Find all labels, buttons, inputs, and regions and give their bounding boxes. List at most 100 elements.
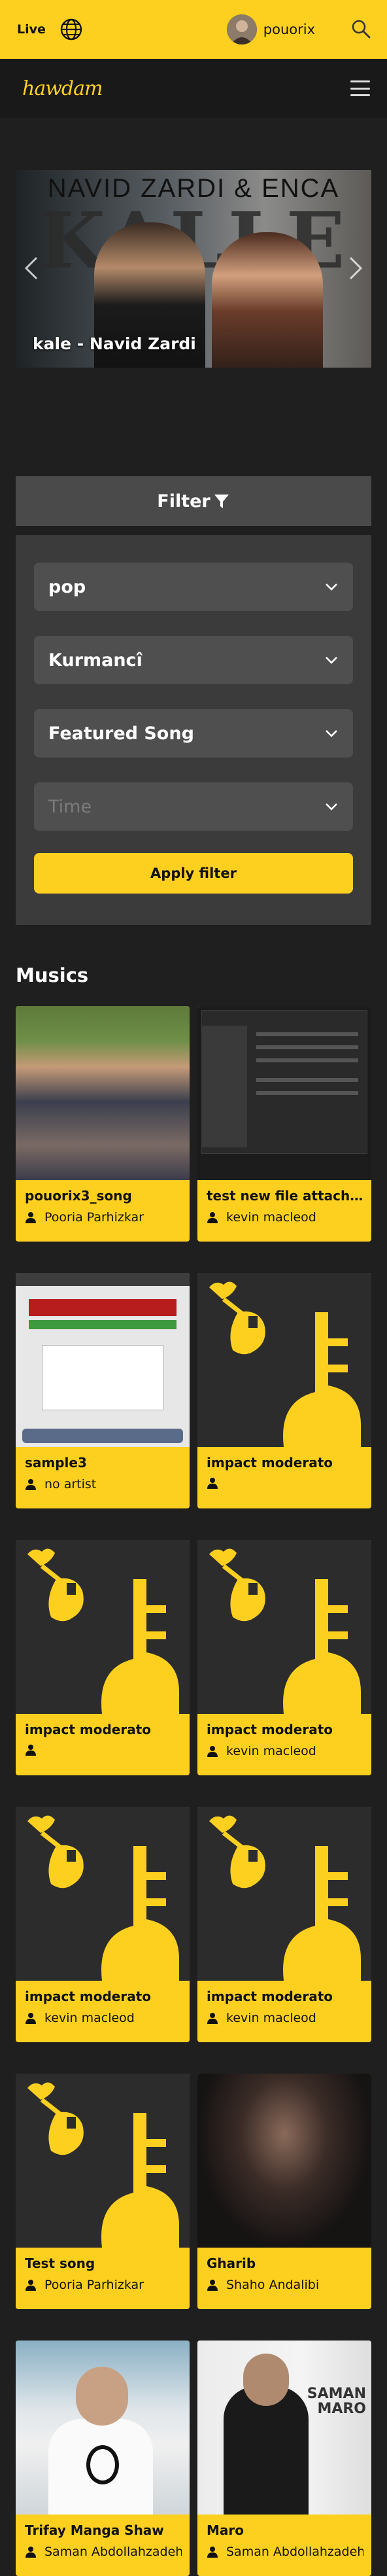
music-artist-name: kevin macleod xyxy=(226,1744,316,1758)
music-card[interactable]: SAMAN MARO Maro Saman Abdollahzadeh xyxy=(197,2341,371,2576)
music-card[interactable]: Test song Pooria Parhizkar xyxy=(16,2074,190,2309)
music-card[interactable]: sample3 no artist xyxy=(16,1273,190,1508)
language-select-value: Kurmancî xyxy=(48,650,143,670)
music-card[interactable]: test new file attach... kevin macleod xyxy=(197,1006,371,1242)
genre-select[interactable]: pop xyxy=(34,563,353,611)
cover-image xyxy=(16,1273,190,1447)
music-grid: pouorix3_song Pooria Parhizkar test new fi… xyxy=(16,1006,371,2576)
person-icon xyxy=(207,2013,218,2024)
filter-panel: pop Kurmancî Featured Song Time Apply fi… xyxy=(16,535,371,925)
music-artist-name: Saman Abdollahzadeh xyxy=(226,2545,363,2559)
music-artist: kevin macleod xyxy=(207,2011,363,2025)
music-card[interactable]: impact moderato kevin macleod xyxy=(197,1807,371,2042)
cover-image xyxy=(16,1540,190,1714)
music-artist xyxy=(207,1477,363,1489)
music-title: Trifay Manga Shaw xyxy=(25,2522,164,2538)
category-select[interactable]: Featured Song xyxy=(34,709,353,757)
music-title: test new file attach... xyxy=(207,1188,363,1204)
time-select[interactable]: Time xyxy=(34,782,353,831)
music-card[interactable]: impact moderato xyxy=(197,1273,371,1508)
music-title: Maro xyxy=(207,2522,244,2538)
slide-caption-song: kale xyxy=(33,334,72,353)
main-navbar: hawdam xyxy=(0,59,387,118)
chevron-down-icon xyxy=(326,657,337,664)
cover-image xyxy=(197,2074,371,2248)
logo[interactable]: hawdam xyxy=(22,77,103,100)
cover-image xyxy=(16,1006,190,1180)
slide-caption-artist: Navid Zardi xyxy=(89,334,196,353)
person-icon xyxy=(207,2547,218,2558)
chevron-down-icon xyxy=(326,803,337,810)
user-menu[interactable]: pouorix xyxy=(226,14,315,44)
hawdam-placeholder-icon xyxy=(27,1548,179,1714)
person-icon xyxy=(207,1746,218,1757)
music-artist-name: Pooria Parhizkar xyxy=(44,1210,144,1225)
featured-slider[interactable]: KALLE NAVID ZARDI & ENCA kale - Navid Za… xyxy=(16,170,371,368)
chevron-down-icon xyxy=(326,730,337,737)
music-artist: kevin macleod xyxy=(207,1210,363,1225)
music-card[interactable]: impact moderato kevin macleod xyxy=(16,1807,190,2042)
music-artist-name: Saman Abdollahzadeh xyxy=(44,2545,182,2559)
person-icon xyxy=(25,1745,36,1756)
music-artist: Saman Abdollahzadeh xyxy=(25,2545,182,2559)
music-card[interactable]: Gharib Shaho Andalibi xyxy=(197,2074,371,2309)
cover-image xyxy=(197,1540,371,1714)
filter-toggle[interactable]: Filter xyxy=(16,476,371,526)
language-select[interactable]: Kurmancî xyxy=(34,636,353,684)
filter-title: Filter xyxy=(157,491,210,512)
person-icon xyxy=(25,2547,36,2558)
music-title: impact moderato xyxy=(25,1989,152,2004)
chevron-down-icon xyxy=(326,583,337,591)
music-title: sample3 xyxy=(25,1455,87,1471)
music-artist-name: no artist xyxy=(44,1477,97,1491)
cover-image xyxy=(16,2341,190,2515)
music-title: impact moderato xyxy=(207,1989,333,2004)
music-artist: Pooria Parhizkar xyxy=(25,2278,182,2292)
filter-icon xyxy=(214,495,229,508)
music-title: Test song xyxy=(25,2255,95,2271)
globe-icon[interactable] xyxy=(60,18,82,41)
slide-caption[interactable]: kale - Navid Zardi xyxy=(33,334,196,353)
music-artist: Shaho Andalibi xyxy=(207,2278,363,2292)
music-card[interactable]: impact moderato xyxy=(16,1540,190,1775)
music-artist: kevin macleod xyxy=(207,1744,363,1758)
hawdam-placeholder-icon xyxy=(209,1815,361,1981)
music-artist-name: Shaho Andalibi xyxy=(226,2278,320,2292)
music-artist-name: kevin macleod xyxy=(44,2011,135,2025)
cover-image xyxy=(197,1273,371,1447)
top-bar: Live pouorix xyxy=(0,0,387,59)
cover-image xyxy=(197,1807,371,1981)
music-title: Gharib xyxy=(207,2255,256,2271)
username: pouorix xyxy=(263,22,315,37)
person-icon xyxy=(207,1212,218,1223)
hawdam-placeholder-icon xyxy=(27,2082,179,2248)
music-artist-name: kevin macleod xyxy=(226,2011,316,2025)
music-title: impact moderato xyxy=(207,1455,333,1471)
music-card[interactable]: Trifay Manga Shaw Saman Abdollahzadeh xyxy=(16,2341,190,2576)
search-icon[interactable] xyxy=(350,18,371,39)
chevron-left-icon[interactable] xyxy=(22,255,42,281)
person-icon xyxy=(25,1212,36,1223)
live-link[interactable]: Live xyxy=(17,22,46,37)
cover-image xyxy=(197,1006,371,1180)
music-title: impact moderato xyxy=(207,1722,333,1737)
person-icon xyxy=(207,2280,218,2291)
apply-filter-button[interactable]: Apply filter xyxy=(34,853,353,894)
music-artist xyxy=(25,1744,182,1756)
chevron-right-icon[interactable] xyxy=(345,255,365,281)
genre-select-value: pop xyxy=(48,576,86,597)
category-select-value: Featured Song xyxy=(48,723,194,744)
music-card[interactable]: pouorix3_song Pooria Parhizkar xyxy=(16,1006,190,1242)
person-icon xyxy=(25,1479,36,1490)
cover-image: SAMAN MARO xyxy=(197,2341,371,2515)
time-select-placeholder: Time xyxy=(48,796,92,817)
hamburger-menu-icon[interactable] xyxy=(350,80,370,96)
music-card[interactable]: impact moderato kevin macleod xyxy=(197,1540,371,1775)
avatar xyxy=(226,14,257,44)
music-artist: no artist xyxy=(25,1477,182,1491)
slide-artist-text: NAVID ZARDI & ENCA xyxy=(47,174,340,203)
cover-image xyxy=(16,2074,190,2248)
music-artist-name: Pooria Parhizkar xyxy=(44,2278,144,2292)
slide-person-right xyxy=(212,232,323,368)
person-icon xyxy=(207,1478,218,1489)
